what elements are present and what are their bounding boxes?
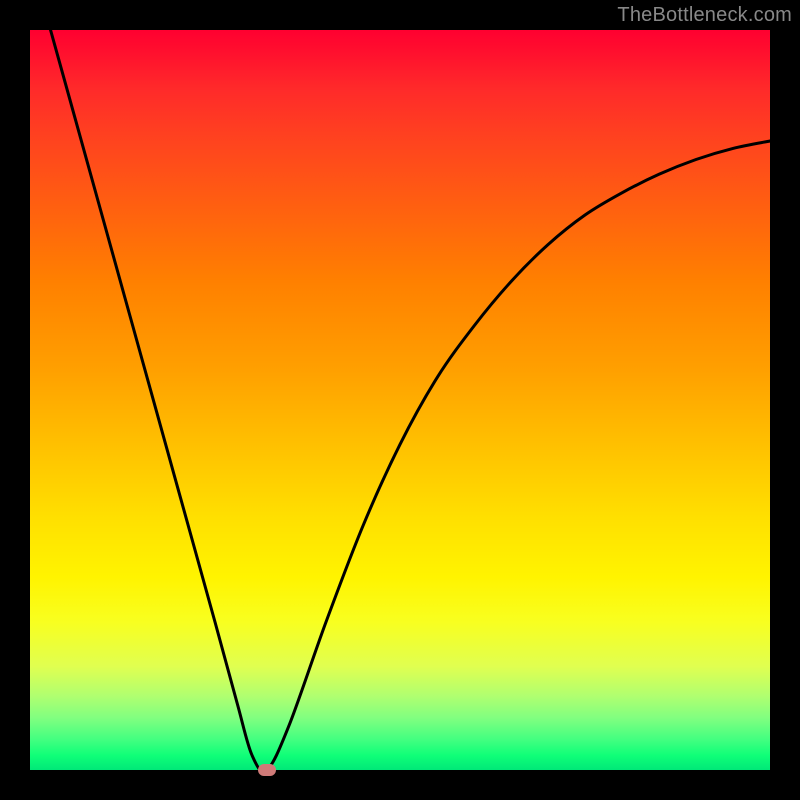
bottleneck-curve — [30, 30, 770, 770]
watermark-text: TheBottleneck.com — [617, 4, 792, 27]
minimum-marker — [258, 764, 276, 776]
plot-area — [30, 30, 770, 770]
chart-frame: TheBottleneck.com — [0, 0, 800, 800]
